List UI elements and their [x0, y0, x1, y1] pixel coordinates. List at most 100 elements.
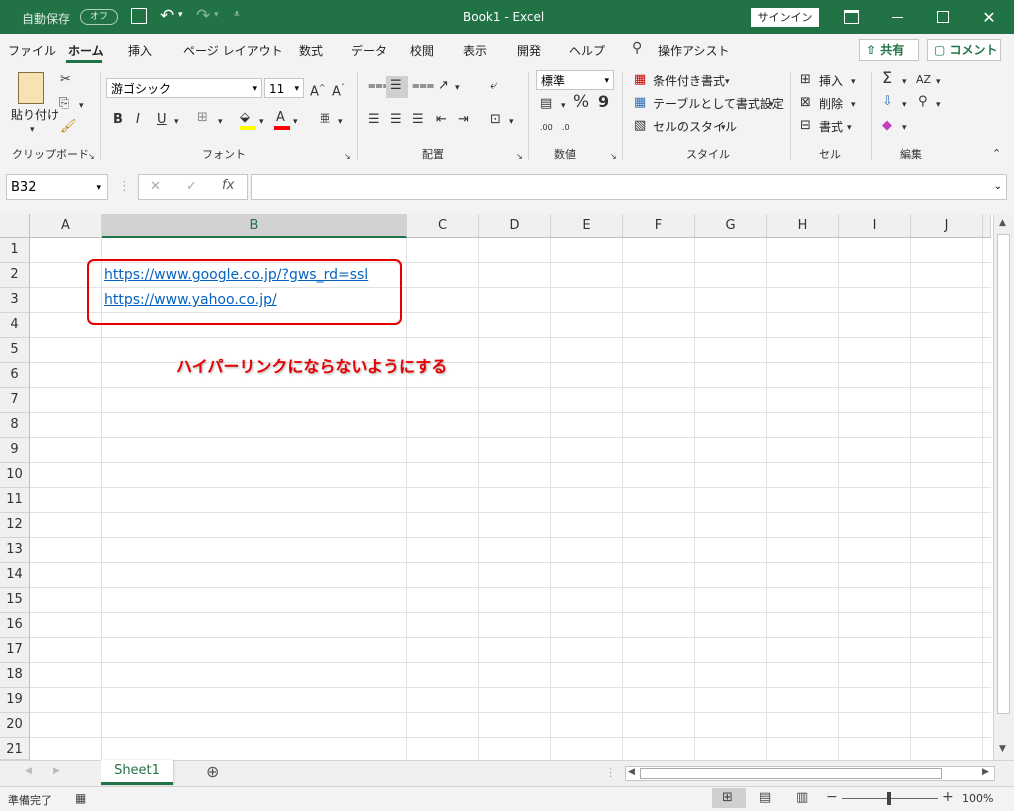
undo-dropdown-icon[interactable]: ▾	[178, 10, 183, 20]
sort-filter-dropdown-icon[interactable]: ▾	[936, 74, 941, 90]
bold-button[interactable]: B	[113, 112, 123, 128]
percent-style-button[interactable]: %	[573, 94, 589, 111]
align-center-icon[interactable]: ☰	[390, 112, 402, 128]
column-header-g[interactable]: G	[695, 214, 767, 238]
paste-dropdown-icon[interactable]: ▾	[30, 122, 35, 138]
underline-button[interactable]: U	[157, 112, 167, 128]
borders-icon[interactable]: ⊞	[197, 110, 208, 126]
zoom-out-icon[interactable]: −	[826, 789, 838, 805]
row-header[interactable]: 11	[0, 488, 30, 513]
conditional-formatting-dropdown-icon[interactable]: ▾	[725, 74, 730, 90]
row-header[interactable]: 2	[0, 263, 30, 288]
accounting-format-icon[interactable]: ▤	[540, 96, 552, 112]
row-header[interactable]: 21	[0, 738, 30, 760]
page-layout-view-icon[interactable]: ▤	[759, 790, 771, 805]
row-header[interactable]: 6	[0, 363, 30, 388]
cut-icon[interactable]: ✂	[60, 72, 71, 88]
horizontal-scroll-thumb[interactable]	[640, 768, 942, 779]
row-header[interactable]: 1	[0, 238, 30, 263]
format-cells-dropdown-icon[interactable]: ▾	[847, 120, 852, 136]
copy-dropdown-icon[interactable]: ▾	[79, 98, 84, 114]
paste-button[interactable]: 貼り付け	[11, 106, 59, 123]
tab-developer[interactable]: 開発	[517, 42, 541, 59]
sort-filter-icon[interactable]: AZ	[916, 72, 931, 88]
cell-styles-dropdown-icon[interactable]: ▾	[721, 120, 726, 136]
ribbon-display-options-icon[interactable]	[828, 0, 874, 34]
prev-sheet-icon[interactable]: ◀	[25, 766, 32, 776]
tab-home[interactable]: ホーム	[68, 42, 104, 59]
column-header-d[interactable]: D	[479, 214, 551, 238]
align-left-icon[interactable]: ☰	[368, 112, 380, 128]
fill-dropdown-icon[interactable]: ▾	[902, 97, 907, 113]
increase-indent-icon[interactable]: ⇥	[458, 112, 469, 128]
wrap-text-icon[interactable]: ⤶	[490, 78, 497, 94]
decrease-decimal-icon[interactable]: .0	[562, 120, 570, 136]
borders-dropdown-icon[interactable]: ▾	[218, 114, 223, 130]
comma-style-button[interactable]: 9	[598, 94, 609, 110]
autosum-icon[interactable]: Σ	[882, 70, 892, 86]
delete-cells-dropdown-icon[interactable]: ▾	[851, 97, 856, 113]
grow-font-icon[interactable]: A^	[310, 80, 326, 100]
scroll-right-icon[interactable]: ▶	[982, 767, 989, 777]
phonetic-icon[interactable]: 亜	[320, 112, 330, 128]
fill-color-icon[interactable]: ⬙	[240, 110, 250, 126]
scroll-down-icon[interactable]: ▼	[999, 744, 1006, 754]
tab-formulas[interactable]: 数式	[299, 42, 323, 59]
format-cells-button[interactable]: 書式	[819, 118, 843, 135]
column-header-b[interactable]: B	[102, 214, 407, 238]
row-header[interactable]: 19	[0, 688, 30, 713]
zoom-in-icon[interactable]: +	[942, 789, 954, 805]
row-header[interactable]: 7	[0, 388, 30, 413]
align-right-icon[interactable]: ☰	[412, 112, 424, 128]
column-header-h[interactable]: H	[767, 214, 839, 238]
customize-qat-icon[interactable]: ⩡	[234, 9, 240, 20]
find-select-dropdown-icon[interactable]: ▾	[936, 97, 941, 113]
increase-decimal-icon[interactable]: .00	[540, 120, 553, 136]
comment-button[interactable]: ▢ コメント	[927, 39, 1001, 61]
insert-cells-button[interactable]: 挿入	[819, 72, 843, 89]
merge-center-icon[interactable]: ⊡	[490, 112, 501, 128]
share-button[interactable]: ⇧ 共有	[859, 39, 919, 61]
orientation-dropdown-icon[interactable]: ▾	[455, 80, 460, 96]
add-sheet-icon[interactable]: ⊕	[206, 762, 219, 781]
conditional-formatting-button[interactable]: 条件付き書式	[653, 72, 725, 89]
macro-record-icon[interactable]: ▦	[75, 791, 86, 805]
font-size-select[interactable]: 11 ▾	[264, 78, 304, 98]
autosum-dropdown-icon[interactable]: ▾	[902, 74, 907, 90]
shrink-font-icon[interactable]: Aˇ	[332, 80, 345, 100]
tell-me-input[interactable]: 操作アシスト	[658, 42, 730, 59]
row-header[interactable]: 18	[0, 663, 30, 688]
tab-help[interactable]: ヘルプ	[569, 42, 605, 59]
autosave-toggle[interactable]: オフ	[80, 9, 118, 25]
zoom-level[interactable]: 100%	[962, 792, 993, 805]
number-format-select[interactable]: 標準 ▾	[536, 70, 614, 90]
zoom-slider-thumb[interactable]	[887, 792, 891, 805]
row-header[interactable]: 8	[0, 413, 30, 438]
close-icon[interactable]: ✕	[966, 0, 1012, 34]
signin-button[interactable]: サインイン	[751, 8, 819, 27]
font-color-icon[interactable]: A	[276, 110, 285, 126]
minimize-icon[interactable]	[874, 0, 920, 34]
fill-icon[interactable]: ⇩	[882, 94, 893, 110]
tab-data[interactable]: データ	[351, 42, 387, 59]
format-as-table-button[interactable]: テーブルとして書式設定	[653, 95, 784, 112]
normal-view-icon[interactable]: ⊞	[722, 790, 733, 805]
orientation-icon[interactable]: ↗	[438, 78, 449, 94]
horizontal-scrollbar[interactable]: ◀ ▶	[625, 766, 995, 781]
row-header[interactable]: 20	[0, 713, 30, 738]
font-name-select[interactable]: 游ゴシック ▾	[106, 78, 262, 98]
cancel-icon[interactable]: ✕	[150, 179, 161, 195]
column-header-e[interactable]: E	[551, 214, 623, 238]
sheet-tab-sheet1[interactable]: Sheet1	[101, 760, 173, 785]
clear-icon[interactable]: ◆	[882, 118, 892, 134]
paste-icon[interactable]	[18, 72, 44, 104]
column-header-i[interactable]: I	[839, 214, 911, 238]
insert-cells-dropdown-icon[interactable]: ▾	[851, 74, 856, 90]
row-header[interactable]: 14	[0, 563, 30, 588]
enter-icon[interactable]: ✓	[186, 179, 197, 195]
scroll-up-icon[interactable]: ▲	[999, 218, 1006, 228]
undo-icon[interactable]: ↶	[160, 6, 174, 26]
merge-dropdown-icon[interactable]: ▾	[509, 114, 514, 130]
column-header-f[interactable]: F	[623, 214, 695, 238]
align-middle-icon[interactable]: ☰	[390, 78, 402, 94]
